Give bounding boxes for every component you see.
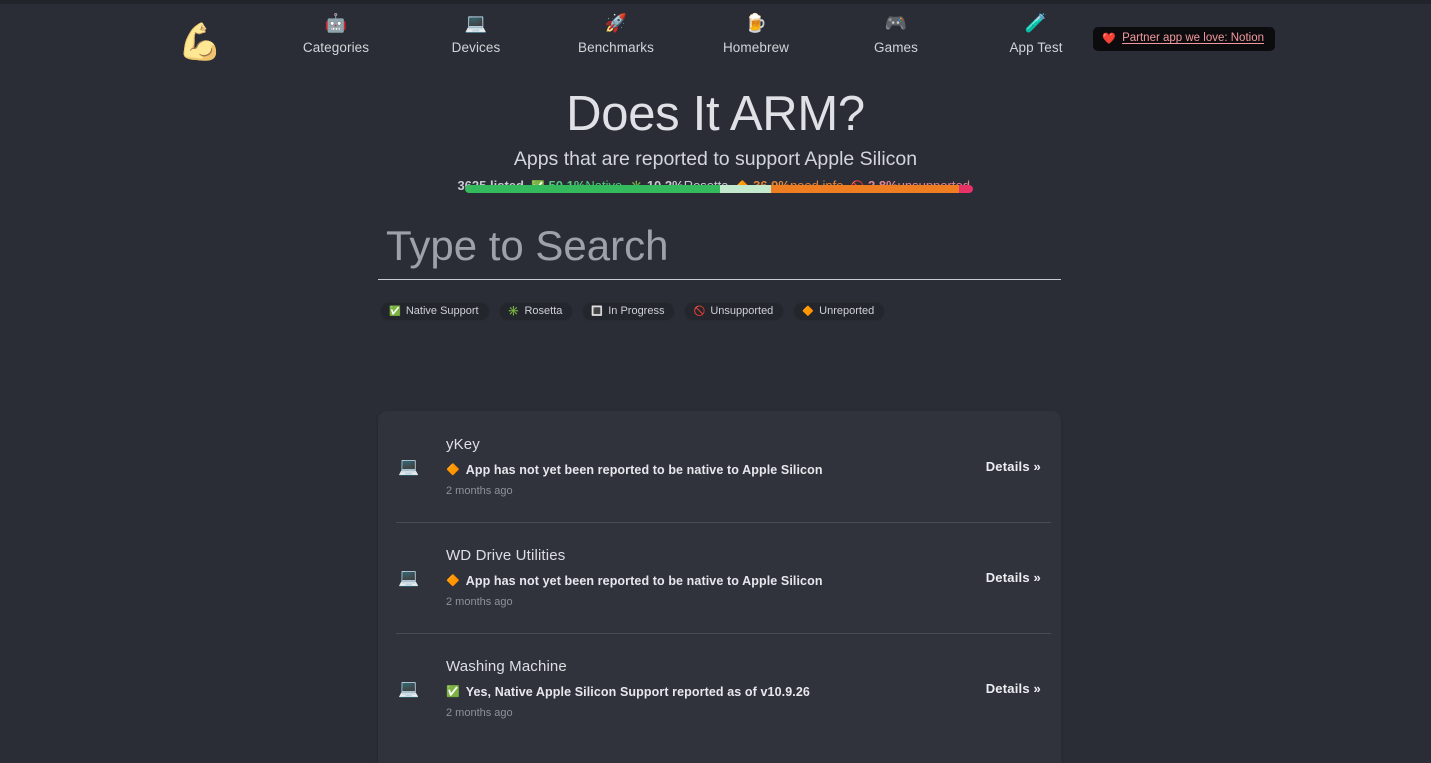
bar-segment-unsupported [958, 185, 973, 193]
test-tube-icon: 🧪 [1024, 13, 1048, 33]
filter-chip-label: Unreported [819, 304, 875, 317]
support-distribution-bar [465, 185, 973, 193]
filter-chip-unsupported[interactable]: 🚫 Unsupported [684, 302, 785, 321]
gamepad-icon: 🎮 [884, 13, 908, 33]
laptop-icon: 💻 [398, 678, 420, 698]
check-green-icon: ✅ [446, 685, 460, 698]
filter-chip-unreported[interactable]: 🔶 Unreported [793, 302, 886, 321]
result-row-body: WD Drive Utilities 🔶 App has not yet been … [440, 546, 986, 609]
nav-item-games[interactable]: 🎮 Games [826, 12, 966, 56]
result-row-body: Washing Machine ✅ Yes, Native Apple Silico… [440, 657, 986, 720]
check-green-icon: ✅ [389, 305, 401, 317]
filter-chip-label: In Progress [608, 304, 665, 317]
bar-segment-need-info [771, 185, 959, 193]
filter-chip-native-support[interactable]: ✅ Native Support [380, 302, 490, 321]
asterisk-green-icon: ✳️ [507, 305, 520, 317]
hero-section: Does It ARM? Apps that are reported to s… [0, 84, 1431, 196]
updated-timestamp: 2 months ago [446, 485, 513, 497]
status-badge: 🔶 App has not yet been reported to be nat… [446, 573, 986, 589]
bar-segment-native [465, 185, 720, 193]
laptop-icon: 💻 [398, 567, 420, 587]
status-text: App has not yet been reported to be nati… [465, 574, 823, 588]
orange-diamond-icon: 🔶 [446, 463, 460, 476]
bar-segment-rosetta [719, 185, 772, 193]
results-card: 💻 yKey 🔶 App has not yet been reported to b… [378, 411, 1061, 763]
details-link[interactable]: Details » [986, 681, 1049, 697]
details-link[interactable]: Details » [986, 570, 1049, 586]
heart-icon: ❤️ [1102, 32, 1117, 45]
main-navigation: 💪 🤖 Categories 💻 Devices 🚀 Benchmarks 🍺 … [0, 4, 1431, 70]
details-link[interactable]: Details » [986, 459, 1049, 475]
robot-icon: 🤖 [324, 13, 348, 33]
app-name: WD Drive Utilities [446, 547, 566, 564]
result-row[interactable]: 💻 yKey 🔶 App has not yet been reported to b… [378, 411, 1061, 522]
laptop-icon: 💻 [398, 456, 420, 476]
laptop-icon: 💻 [464, 13, 488, 33]
nav-item-devices[interactable]: 💻 Devices [406, 12, 546, 56]
app-name: yKey [446, 436, 480, 453]
nav-item-label: Games [873, 40, 918, 55]
no-entry-icon: 🚫 [693, 305, 706, 317]
filter-chip-label: Native Support [405, 304, 479, 317]
status-text: Yes, Native Apple Silicon Support report… [465, 685, 810, 699]
filter-chip-rosetta[interactable]: ✳️ Rosetta [498, 302, 574, 321]
nav-item-label: Categories [302, 40, 370, 55]
nav-item-label: Devices [451, 40, 501, 55]
site-logo-biceps-icon[interactable]: 💪 [176, 18, 224, 66]
nav-item-categories[interactable]: 🤖 Categories [266, 12, 406, 56]
nav-item-label: Benchmarks [577, 40, 655, 55]
search-area [378, 218, 1061, 280]
updated-timestamp: 2 months ago [446, 596, 513, 608]
status-badge: ✅ Yes, Native Apple Silicon Support repor… [446, 684, 986, 700]
app-name: Washing Machine [446, 658, 567, 675]
filter-chip-label: Rosetta [524, 304, 563, 317]
nav-item-app-test[interactable]: 🧪 App Test [966, 12, 1106, 56]
partner-app-link[interactable]: Partner app we love: Notion [1122, 32, 1264, 45]
square-icon: 🔳 [591, 305, 604, 317]
status-badge: 🔶 App has not yet been reported to be nat… [446, 462, 986, 478]
filter-chip-row: ✅ Native Support ✳️ Rosetta 🔳 In Progress 🚫 Uns… [380, 302, 886, 321]
status-text: App has not yet been reported to be nati… [465, 463, 823, 477]
result-row[interactable]: 💻 WD Drive Utilities 🔶 App has not yet been… [378, 522, 1061, 633]
result-row-body: yKey 🔶 App has not yet been reported to be… [440, 435, 986, 498]
nav-item-benchmarks[interactable]: 🚀 Benchmarks [546, 12, 686, 56]
beer-icon: 🍺 [744, 13, 768, 33]
page-subtitle: Apps that are reported to support Apple … [513, 148, 918, 170]
nav-item-label: App Test [1009, 40, 1063, 55]
orange-diamond-icon: 🔶 [802, 305, 815, 317]
nav-item-label: Homebrew [722, 40, 790, 55]
nav-item-homebrew[interactable]: 🍺 Homebrew [686, 12, 826, 56]
partner-app-badge[interactable]: ❤️ Partner app we love: Notion [1093, 27, 1275, 51]
updated-timestamp: 2 months ago [446, 707, 513, 719]
filter-chip-label: Unsupported [710, 304, 774, 317]
rocket-icon: 🚀 [604, 13, 628, 33]
nav-items: 🤖 Categories 💻 Devices 🚀 Benchmarks 🍺 Ho… [266, 12, 1106, 56]
page-title: Does It ARM? [566, 87, 865, 141]
filter-chip-in-progress[interactable]: 🔳 In Progress [582, 302, 676, 321]
orange-diamond-icon: 🔶 [446, 574, 460, 587]
result-row[interactable]: 💻 Washing Machine ✅ Yes, Native Apple Silic… [378, 633, 1061, 744]
search-input[interactable] [378, 218, 1061, 280]
